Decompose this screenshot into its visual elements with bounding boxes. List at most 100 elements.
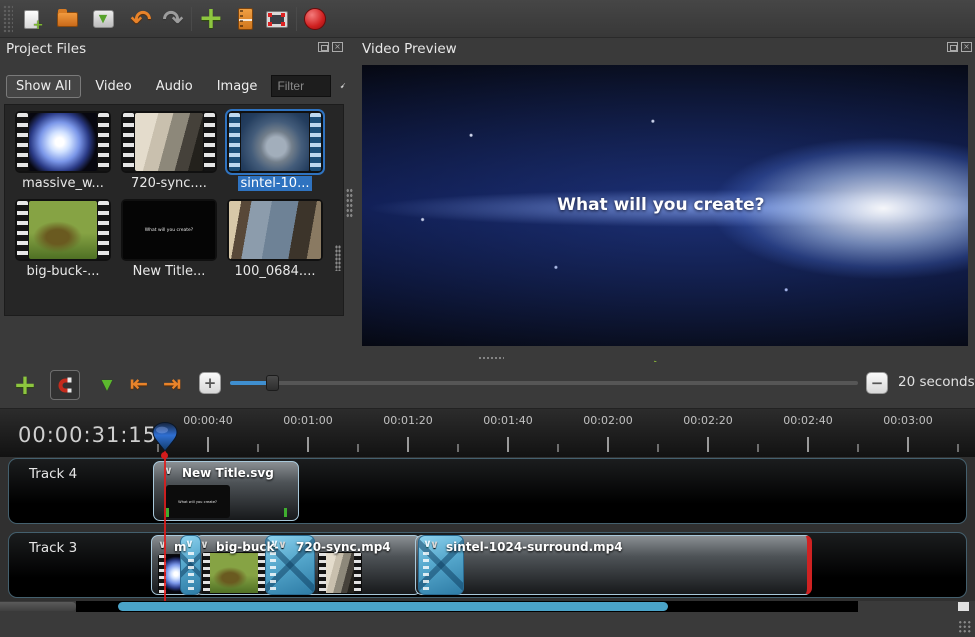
float-panel-icon[interactable] [947, 42, 958, 52]
zoom-slider[interactable] [230, 381, 858, 385]
close-panel-icon[interactable]: × [332, 42, 343, 52]
list-scroll-handle[interactable] [335, 245, 341, 271]
ruler-tick [207, 437, 209, 452]
clip-menu-chevron-icon[interactable]: ∨ [200, 538, 209, 551]
clip-menu-chevron-icon[interactable]: ∨ [278, 538, 287, 551]
zoom-slider-handle[interactable] [266, 375, 279, 391]
file-item-new-title[interactable]: What will you create? New Title... [117, 199, 221, 283]
track-3-row[interactable]: Track 3 ∨ m ∨ big-buck- ∨ 720-sync.mp4 [8, 532, 967, 598]
file-item-sintel-selected[interactable]: sintel-10... [223, 111, 327, 195]
clip-thumbnail: What will you create? [166, 485, 230, 518]
ruler-label: 00:01:20 [368, 414, 448, 427]
file-thumbnail [227, 111, 323, 173]
window-resize-grip[interactable] [958, 620, 972, 634]
ruler-tick [807, 437, 809, 452]
undo-button[interactable]: ↶ [126, 4, 156, 34]
clip-title: sintel-1024-surround.mp4 [446, 540, 623, 554]
ruler-label: 00:00:40 [168, 414, 248, 427]
filter-image-button[interactable]: Image [207, 75, 268, 98]
toolbar-drag-handle[interactable] [3, 5, 13, 33]
file-label: big-buck-... [23, 264, 102, 279]
timeline-ruler[interactable]: 00:00:31:15 00:00:40 00:01:00 00:01:20 0… [0, 408, 975, 457]
fade-handle[interactable] [284, 508, 287, 517]
ruler-tick [607, 437, 609, 452]
close-panel-icon[interactable]: × [961, 42, 972, 52]
ruler-label: 00:02:40 [768, 414, 848, 427]
playhead-line[interactable] [164, 449, 166, 601]
zoom-in-button[interactable]: + [199, 372, 221, 394]
filter-audio-button[interactable]: Audio [146, 75, 203, 98]
magnet-icon [59, 378, 72, 392]
timeline-scale-label: 20 seconds [898, 374, 975, 390]
previous-marker-button[interactable]: ⇤ [124, 370, 154, 400]
file-thumbnail [15, 199, 111, 261]
add-marker-button[interactable]: ▼ [92, 370, 122, 400]
video-canvas[interactable]: What will you create? [362, 65, 968, 346]
timeline-scrollbar[interactable] [0, 601, 975, 612]
add-track-button[interactable]: + [10, 370, 40, 400]
fullscreen-button[interactable] [262, 4, 292, 34]
file-thumbnail: What will you create? [121, 199, 217, 261]
save-project-button[interactable] [88, 4, 118, 34]
export-video-button[interactable] [300, 4, 330, 34]
next-marker-button[interactable]: ⇥ [157, 370, 187, 400]
file-label: massive_w... [19, 176, 107, 191]
next-marker-icon: ⇥ [163, 374, 181, 396]
track-4-row[interactable]: Track 4 ∨ New Title.svg What will you cr… [8, 458, 967, 524]
clip-title: 720-sync.mp4 [296, 540, 391, 554]
ruler-label: 00:02:20 [668, 414, 748, 427]
add-track-icon: + [13, 371, 36, 399]
file-item-massive[interactable]: massive_w... [11, 111, 115, 195]
filter-input[interactable] [271, 75, 331, 97]
panel-window-buttons: × [318, 42, 343, 52]
clip-new-title[interactable]: ∨ New Title.svg What will you create? [153, 461, 299, 521]
thumb-caption: What will you create? [145, 227, 193, 232]
open-project-button[interactable] [52, 4, 82, 34]
ruler-minor-tick [257, 444, 259, 452]
fade-handle[interactable] [166, 508, 169, 517]
choose-profile-button[interactable] [230, 4, 260, 34]
main-toolbar: + ↶ ↷ + [0, 0, 975, 38]
filter-show-all-button[interactable]: Show All [6, 75, 81, 98]
video-preview-panel: Video Preview × What will you create? ⇤ … [352, 38, 975, 362]
marker-icon: ▼ [102, 378, 113, 392]
import-files-button[interactable]: + [196, 4, 226, 34]
toolbar-separator [296, 7, 297, 31]
clip-sintel[interactable]: ∨ sintel-1024-surround.mp4 [415, 535, 812, 595]
export-record-icon [304, 8, 326, 30]
ruler-minor-tick [757, 444, 759, 452]
ruler-tick [507, 437, 509, 452]
zoom-out-button[interactable]: − [866, 372, 888, 394]
float-panel-icon[interactable] [318, 42, 329, 52]
undo-icon: ↶ [131, 7, 152, 32]
toolbar-separator [191, 7, 192, 31]
ruler-minor-tick [657, 444, 659, 452]
file-item-bedroom[interactable]: 100_0684.... [223, 199, 327, 283]
clip-menu-chevron-icon[interactable]: ∨ [430, 538, 439, 551]
save-icon [93, 10, 114, 28]
file-thumbnail [121, 111, 217, 173]
scrollbar-thumb[interactable] [118, 602, 668, 611]
clip-title: big-buck- [216, 540, 279, 554]
snapping-toggle-button[interactable] [50, 370, 80, 400]
project-files-list: massive_w... 720-sync.... sintel-10... b… [4, 104, 344, 316]
file-label: New Title... [130, 264, 209, 279]
ruler-tick [407, 437, 409, 452]
project-files-title: Project Files [6, 41, 86, 57]
new-project-button[interactable]: + [16, 4, 46, 34]
filter-video-button[interactable]: Video [85, 75, 141, 98]
file-item-bigbuck[interactable]: big-buck-... [11, 199, 115, 283]
open-folder-icon [57, 12, 78, 27]
clip-thumbnail [202, 552, 266, 594]
file-item-720sync[interactable]: 720-sync.... [117, 111, 221, 195]
playhead-timecode: 00:00:31:15 [18, 423, 157, 447]
ruler-label: 00:01:40 [468, 414, 548, 427]
clear-filter-broom-icon[interactable] [339, 75, 346, 97]
openshot-window: + ↶ ↷ + Project Files [0, 0, 975, 637]
video-preview-title: Video Preview [362, 41, 457, 57]
playhead-marker[interactable] [150, 422, 180, 456]
ruler-label: 00:02:00 [568, 414, 648, 427]
timeline-tracks-area: Track 4 ∨ New Title.svg What will you cr… [0, 457, 975, 601]
fullscreen-icon [266, 11, 288, 28]
redo-button[interactable]: ↷ [158, 4, 188, 34]
